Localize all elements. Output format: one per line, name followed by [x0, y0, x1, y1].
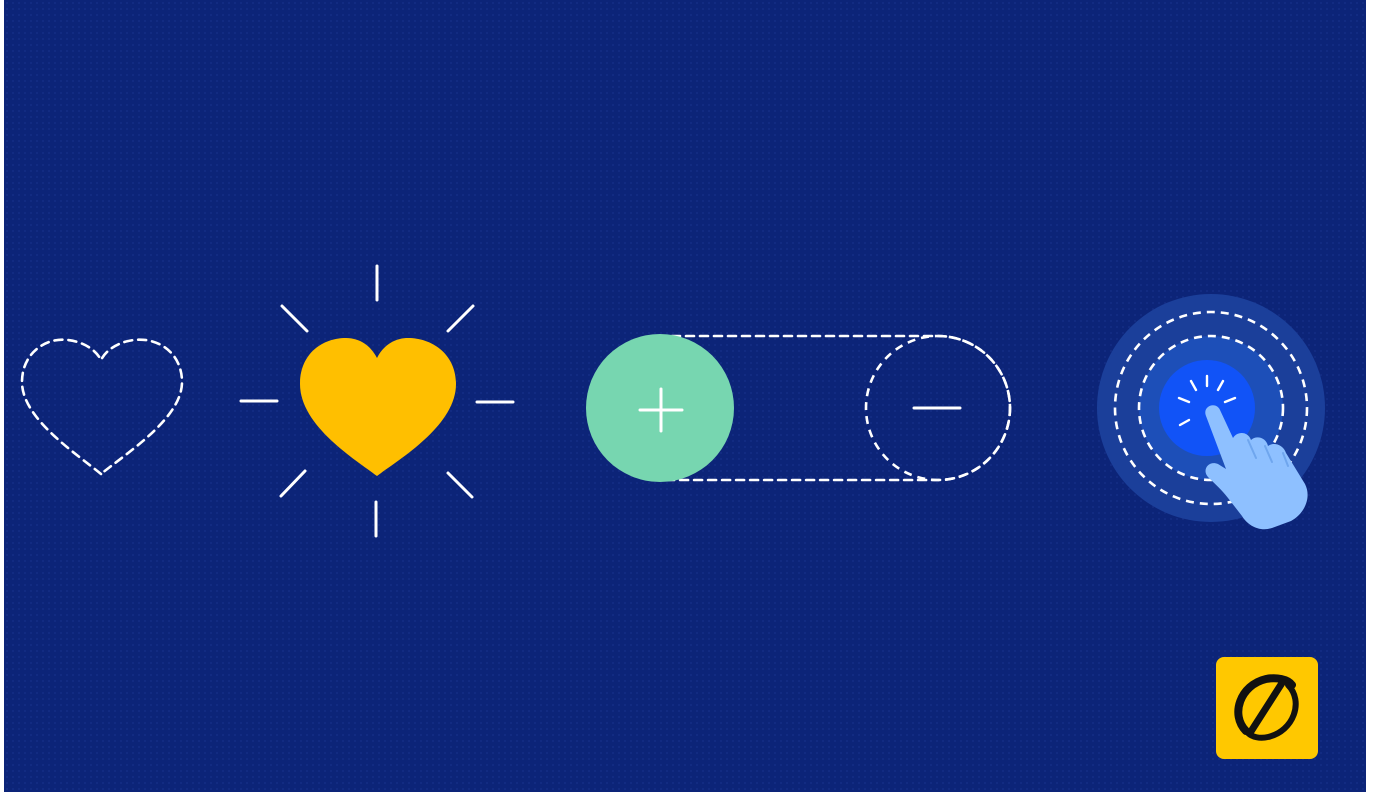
brand-logo — [1216, 657, 1318, 759]
hero-illustration — [4, 0, 1366, 792]
illustration-svg — [4, 0, 1366, 792]
